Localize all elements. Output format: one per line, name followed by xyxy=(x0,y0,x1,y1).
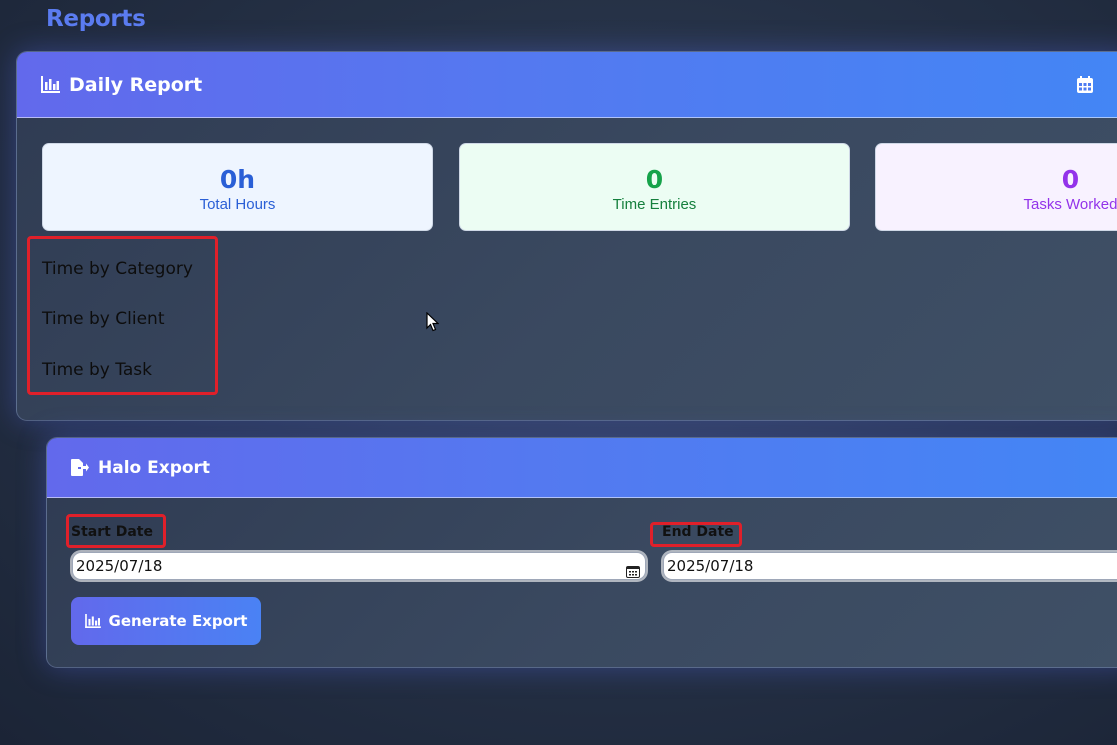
stat-value: 0h xyxy=(219,165,256,194)
daily-report-title: Daily Report xyxy=(69,73,203,96)
stat-label: Total Hours xyxy=(199,196,276,213)
stat-label: Time Entries xyxy=(612,196,697,213)
end-date-input[interactable]: 2025/07/18 xyxy=(663,552,1117,580)
daily-report-header: Daily Report xyxy=(17,52,1117,118)
daily-report-card: Daily Report 0h Total Hours 0 Time Entri… xyxy=(16,51,1117,421)
stat-tasks-worked: 0 Tasks Worked xyxy=(875,143,1117,231)
end-date-value: 2025/07/18 xyxy=(667,557,754,575)
halo-export-card: Halo Export Start Date 2025/07/18 End Da… xyxy=(46,437,1117,668)
start-date-input[interactable]: 2025/07/18 xyxy=(72,552,646,580)
halo-export-header: Halo Export xyxy=(47,438,1117,498)
mouse-cursor-icon xyxy=(426,312,439,332)
generate-export-button[interactable]: Generate Export xyxy=(71,597,261,645)
bar-chart-icon xyxy=(84,614,101,628)
calendar-picker-icon[interactable] xyxy=(626,560,640,587)
stat-label: Tasks Worked xyxy=(1023,196,1117,213)
highlight-box-start-date xyxy=(66,514,166,548)
start-date-value: 2025/07/18 xyxy=(76,557,163,575)
highlight-box-end-date xyxy=(650,522,742,547)
stat-total-hours: 0h Total Hours xyxy=(42,143,433,231)
bar-chart-icon xyxy=(41,76,60,93)
generate-export-label: Generate Export xyxy=(108,612,248,630)
calendar-icon[interactable] xyxy=(1077,76,1093,98)
stat-value: 0 xyxy=(1061,165,1080,194)
page-title: Reports xyxy=(46,6,146,32)
highlight-box-sections xyxy=(27,236,218,395)
file-export-icon xyxy=(71,459,89,476)
halo-export-title: Halo Export xyxy=(98,457,211,478)
stat-value: 0 xyxy=(645,165,664,194)
stat-time-entries: 0 Time Entries xyxy=(459,143,850,231)
